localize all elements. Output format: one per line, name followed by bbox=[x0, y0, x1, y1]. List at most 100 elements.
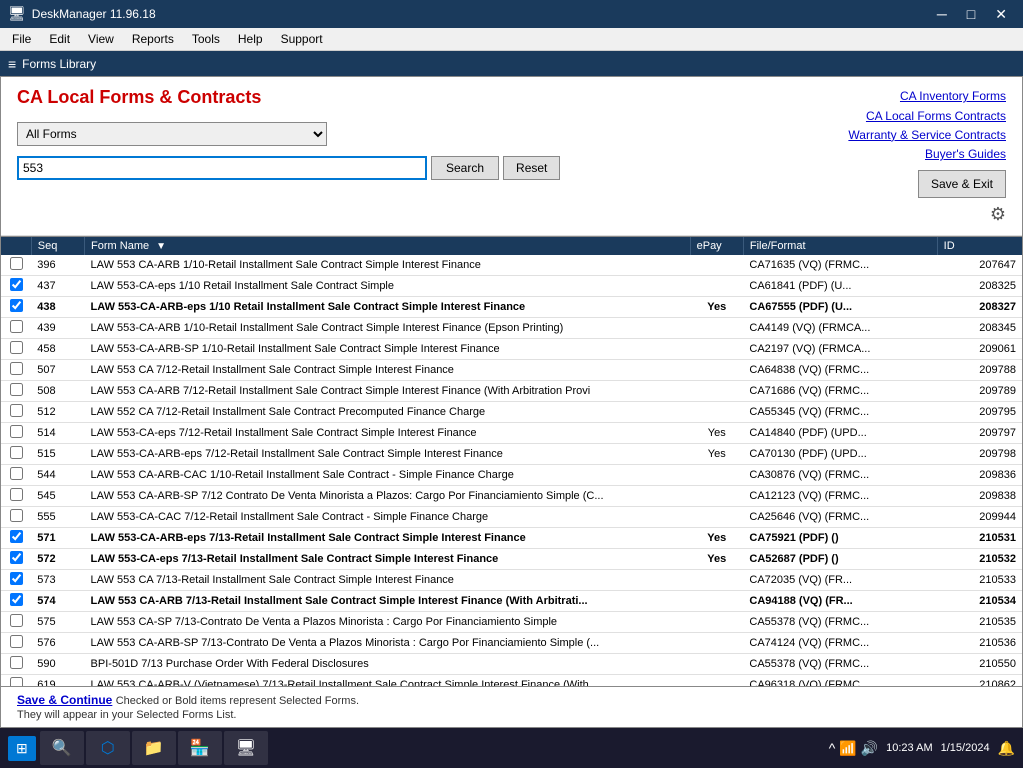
link-ca-local-forms[interactable]: CA Local Forms Contracts bbox=[848, 107, 1006, 126]
row-checkbox-15[interactable] bbox=[10, 572, 23, 585]
menu-file[interactable]: File bbox=[4, 30, 39, 48]
row-checkbox-20[interactable] bbox=[10, 677, 23, 686]
col-file-format[interactable]: File/Format bbox=[743, 237, 937, 255]
reset-button[interactable]: Reset bbox=[503, 156, 560, 180]
search-input[interactable] bbox=[17, 156, 427, 180]
row-checkbox-2[interactable] bbox=[10, 299, 23, 312]
menu-support[interactable]: Support bbox=[273, 30, 331, 48]
row-epay bbox=[690, 486, 743, 507]
taskbar-search[interactable]: 🔍 bbox=[40, 731, 84, 765]
row-checkbox-17[interactable] bbox=[10, 614, 23, 627]
col-seq[interactable]: Seq bbox=[31, 237, 84, 255]
menu-bar: File Edit View Reports Tools Help Suppor… bbox=[0, 28, 1023, 51]
row-file: CA25646 (VQ) (FRMC... bbox=[743, 507, 937, 528]
taskbar-explorer[interactable]: 📁 bbox=[132, 731, 176, 765]
row-checkbox-14[interactable] bbox=[10, 551, 23, 564]
table-row: 575 LAW 553 CA-SP 7/13-Contrato De Venta… bbox=[1, 612, 1022, 633]
row-form-name: LAW 553 CA-ARB-V (Vietnamese) 7/13-Retai… bbox=[85, 675, 691, 687]
link-ca-inventory[interactable]: CA Inventory Forms bbox=[848, 87, 1006, 106]
table-row: 512 LAW 552 CA 7/12-Retail Installment S… bbox=[1, 402, 1022, 423]
taskbar-notifications[interactable]: 🔔 bbox=[998, 740, 1015, 757]
footer-line1: Save & Continue Checked or Bold items re… bbox=[17, 693, 1006, 707]
row-checkbox-16[interactable] bbox=[10, 593, 23, 606]
row-file: CA55378 (VQ) (FRMC... bbox=[743, 612, 937, 633]
row-seq: 575 bbox=[31, 612, 84, 633]
row-checkbox-3[interactable] bbox=[10, 320, 23, 333]
col-form-name[interactable]: Form Name ▼ bbox=[85, 237, 691, 255]
row-seq: 574 bbox=[31, 591, 84, 612]
row-file: CA74124 (VQ) (FRMC... bbox=[743, 633, 937, 654]
row-id: 210531 bbox=[937, 528, 1022, 549]
row-checkbox-cell bbox=[1, 570, 31, 591]
row-form-name: LAW 553 CA-ARB-CAC 1/10-Retail Installme… bbox=[85, 465, 691, 486]
row-epay bbox=[690, 675, 743, 687]
row-checkbox-8[interactable] bbox=[10, 425, 23, 438]
row-checkbox-18[interactable] bbox=[10, 635, 23, 648]
table-row: 555 LAW 553-CA-CAC 7/12-Retail Installme… bbox=[1, 507, 1022, 528]
forms-table: Seq Form Name ▼ ePay File/Format ID 396 … bbox=[1, 237, 1022, 686]
table-container[interactable]: Seq Form Name ▼ ePay File/Format ID 396 … bbox=[1, 236, 1022, 686]
row-id: 208325 bbox=[937, 276, 1022, 297]
taskbar-icons: ^ 📶 🔊 bbox=[829, 740, 878, 757]
row-checkbox-1[interactable] bbox=[10, 278, 23, 291]
taskbar-edge[interactable]: ⬡ bbox=[86, 731, 130, 765]
row-epay bbox=[690, 402, 743, 423]
start-button[interactable]: ⊞ bbox=[8, 736, 36, 761]
row-checkbox-9[interactable] bbox=[10, 446, 23, 459]
row-seq: 573 bbox=[31, 570, 84, 591]
row-checkbox-cell bbox=[1, 402, 31, 423]
row-file: CA52687 (PDF) () bbox=[743, 549, 937, 570]
taskbar-deskmanager[interactable]: 🖥 bbox=[224, 731, 268, 765]
forms-library-icon: ≡ bbox=[8, 56, 16, 72]
row-checkbox-0[interactable] bbox=[10, 257, 23, 270]
main-window: CA Local Forms & Contracts All Forms Sel… bbox=[0, 76, 1023, 728]
row-checkbox-19[interactable] bbox=[10, 656, 23, 669]
link-buyers-guides[interactable]: Buyer's Guides bbox=[848, 145, 1006, 164]
menu-tools[interactable]: Tools bbox=[184, 30, 228, 48]
row-id: 208327 bbox=[937, 297, 1022, 318]
taskbar-network[interactable]: 📶 bbox=[839, 740, 856, 757]
settings-icon[interactable]: ⚙ bbox=[990, 204, 1006, 225]
taskbar-chevron[interactable]: ^ bbox=[829, 740, 836, 757]
row-form-name: LAW 553-CA-CAC 7/12-Retail Installment S… bbox=[85, 507, 691, 528]
row-form-name: LAW 553-CA-ARB-eps 1/10 Retail Installme… bbox=[85, 297, 691, 318]
table-row: 544 LAW 553 CA-ARB-CAC 1/10-Retail Insta… bbox=[1, 465, 1022, 486]
row-checkbox-cell bbox=[1, 654, 31, 675]
row-form-name: LAW 553-CA-eps 1/10 Retail Installment S… bbox=[85, 276, 691, 297]
row-file: CA2197 (VQ) (FRMCA... bbox=[743, 339, 937, 360]
close-button[interactable]: ✕ bbox=[987, 5, 1015, 23]
menu-reports[interactable]: Reports bbox=[124, 30, 182, 48]
col-id[interactable]: ID bbox=[937, 237, 1022, 255]
row-checkbox-13[interactable] bbox=[10, 530, 23, 543]
table-row: 439 LAW 553-CA-ARB 1/10-Retail Installme… bbox=[1, 318, 1022, 339]
taskbar-sound[interactable]: 🔊 bbox=[861, 740, 878, 757]
row-checkbox-11[interactable] bbox=[10, 488, 23, 501]
row-id: 210534 bbox=[937, 591, 1022, 612]
row-checkbox-12[interactable] bbox=[10, 509, 23, 522]
menu-edit[interactable]: Edit bbox=[41, 30, 78, 48]
row-checkbox-5[interactable] bbox=[10, 362, 23, 375]
col-epay[interactable]: ePay bbox=[690, 237, 743, 255]
app-icon: 🖥 bbox=[8, 5, 26, 22]
forms-dropdown[interactable]: All Forms Selected Forms bbox=[17, 122, 327, 146]
row-checkbox-cell bbox=[1, 444, 31, 465]
row-checkbox-10[interactable] bbox=[10, 467, 23, 480]
row-id: 208345 bbox=[937, 318, 1022, 339]
window-header: CA Local Forms & Contracts All Forms Sel… bbox=[1, 77, 1022, 236]
row-checkbox-7[interactable] bbox=[10, 404, 23, 417]
menu-view[interactable]: View bbox=[80, 30, 122, 48]
maximize-button[interactable]: □ bbox=[959, 5, 983, 23]
save-continue-link[interactable]: Save & Continue bbox=[17, 693, 112, 707]
row-seq: 571 bbox=[31, 528, 84, 549]
save-exit-button[interactable]: Save & Exit bbox=[918, 170, 1006, 198]
row-checkbox-cell bbox=[1, 591, 31, 612]
app-window-title: Forms Library bbox=[22, 57, 96, 71]
link-warranty[interactable]: Warranty & Service Contracts bbox=[848, 126, 1006, 145]
menu-help[interactable]: Help bbox=[230, 30, 271, 48]
row-checkbox-6[interactable] bbox=[10, 383, 23, 396]
minimize-button[interactable]: ─ bbox=[929, 5, 955, 23]
search-button[interactable]: Search bbox=[431, 156, 499, 180]
row-checkbox-4[interactable] bbox=[10, 341, 23, 354]
taskbar-store[interactable]: 🏪 bbox=[178, 731, 222, 765]
row-checkbox-cell bbox=[1, 465, 31, 486]
